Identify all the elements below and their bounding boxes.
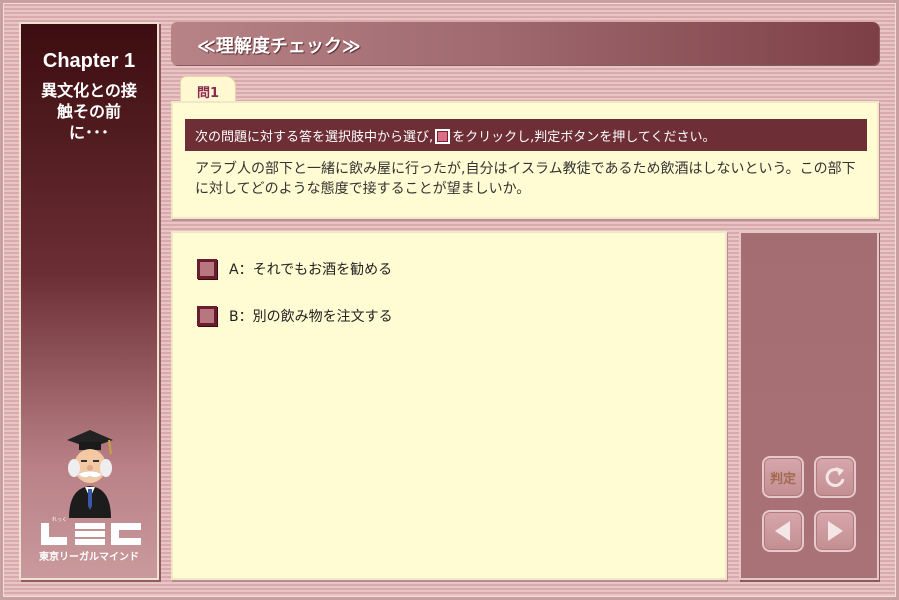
answer-panel: A：それでもお酒を勧める B：別の飲み物を注文する bbox=[171, 231, 727, 580]
checkbox-sample-icon bbox=[435, 129, 451, 144]
chapter-subtitle-line: 触その前 bbox=[56, 102, 121, 121]
instruction-bar: 次の問題に対する答を選択肢中から選び, をクリックし,判定ボタンを押してください。 bbox=[185, 119, 867, 151]
chapter-title: Chapter 1 bbox=[42, 50, 136, 72]
chapter-panel: Chapter 1 異文化との接 触その前 に･･･ れっく 東京リーガルマイン… bbox=[19, 22, 159, 580]
choice-a-label[interactable]: A：それでもお酒を勧める bbox=[229, 259, 392, 279]
page-title: ≪理解度チェック≫ bbox=[197, 36, 361, 57]
instruction-text-after: をクリックし,判定ボタンを押してください。 bbox=[452, 130, 716, 145]
next-button[interactable] bbox=[814, 510, 856, 552]
choice-b[interactable]: B：別の飲み物を注文する bbox=[197, 304, 393, 328]
choice-a-checkbox[interactable] bbox=[197, 259, 217, 279]
choice-a[interactable]: A：それでもお酒を勧める bbox=[197, 257, 392, 281]
reset-icon bbox=[825, 467, 845, 487]
control-panel: 判定 bbox=[739, 231, 879, 580]
header-bar: ≪理解度チェック≫ bbox=[171, 22, 879, 65]
question-panel: 次の問題に対する答を選択肢中から選び, をクリックし,判定ボタンを押してください。… bbox=[171, 101, 879, 219]
professor-mascot-icon bbox=[67, 430, 113, 518]
logo-caption: 東京リーガルマインド bbox=[39, 552, 139, 563]
choice-b-label[interactable]: B：別の飲み物を注文する bbox=[229, 306, 393, 326]
question-tab: 問1 bbox=[180, 76, 236, 102]
next-arrow-icon bbox=[828, 521, 843, 541]
logo-ruby: れっく bbox=[52, 517, 67, 523]
lec-logo: れっく bbox=[41, 517, 141, 545]
judge-button[interactable]: 判定 bbox=[762, 456, 804, 498]
choice-b-checkbox[interactable] bbox=[197, 306, 217, 326]
prev-button[interactable] bbox=[762, 510, 804, 552]
question-text: アラブ人の部下と一緒に飲み屋に行ったが,自分はイスラム教徒であるため飲酒はしない… bbox=[195, 161, 856, 197]
chapter-subtitle-line: 異文化との接 bbox=[41, 81, 137, 100]
instruction-text-before: 次の問題に対する答を選択肢中から選び, bbox=[195, 130, 434, 145]
reset-button[interactable] bbox=[814, 456, 856, 498]
prev-arrow-icon bbox=[775, 521, 790, 541]
judge-button-label: 判定 bbox=[769, 471, 796, 487]
chapter-subtitle: 異文化との接 触その前 に･･･ bbox=[29, 80, 149, 143]
chapter-subtitle-line: に･･･ bbox=[68, 123, 109, 142]
